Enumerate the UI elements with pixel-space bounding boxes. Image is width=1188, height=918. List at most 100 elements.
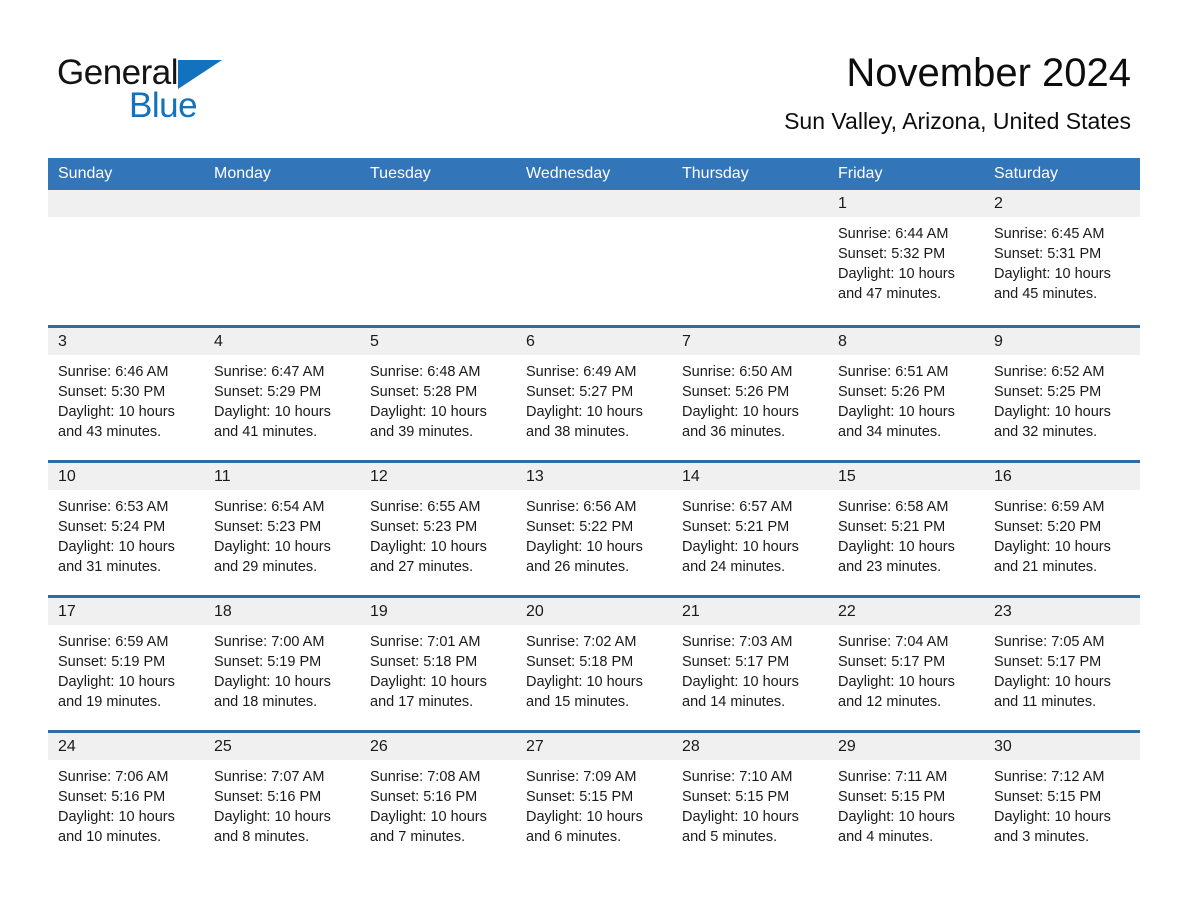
day-number: 25 — [204, 733, 360, 760]
sunset-text: Sunset: 5:22 PM — [526, 519, 634, 535]
daylight-text: Daylight: 10 hours and 47 minutes. — [838, 266, 955, 302]
calendar-day-cell[interactable]: 13 Sunrise: 6:56 AM Sunset: 5:22 PM Dayligh… — [516, 463, 672, 595]
sunrise-text: Sunrise: 7:03 AM — [682, 634, 793, 650]
daylight-text: Daylight: 10 hours and 15 minutes. — [526, 674, 643, 710]
day-details: Sunrise: 6:49 AM Sunset: 5:27 PM Daylight:… — [516, 355, 672, 442]
weekday-header-tuesday: Tuesday — [360, 158, 516, 190]
day-details: Sunrise: 7:07 AM Sunset: 5:16 PM Daylight:… — [204, 760, 360, 847]
weekday-header-label: Thursday — [682, 164, 749, 182]
sunset-text: Sunset: 5:16 PM — [370, 789, 478, 805]
day-number: 19 — [360, 598, 516, 625]
sunrise-text: Sunrise: 7:04 AM — [838, 634, 949, 650]
calendar-day-cell[interactable]: 29 Sunrise: 7:11 AM Sunset: 5:15 PM Dayligh… — [828, 733, 984, 865]
sunset-text: Sunset: 5:15 PM — [838, 789, 946, 805]
sunrise-text: Sunrise: 6:55 AM — [370, 499, 481, 515]
sunset-text: Sunset: 5:23 PM — [370, 519, 478, 535]
calendar-day-cell[interactable]: 28 Sunrise: 7:10 AM Sunset: 5:15 PM Dayligh… — [672, 733, 828, 865]
sunrise-text: Sunrise: 7:05 AM — [994, 634, 1105, 650]
day-number: 17 — [48, 598, 204, 625]
calendar-day-cell[interactable]: 11 Sunrise: 6:54 AM Sunset: 5:23 PM Dayligh… — [204, 463, 360, 595]
daylight-text: Daylight: 10 hours and 17 minutes. — [370, 674, 487, 710]
calendar-day-cell[interactable]: 1 Sunrise: 6:44 AM Sunset: 5:32 PM Daylight… — [828, 190, 984, 325]
calendar-day-cell[interactable]: 15 Sunrise: 6:58 AM Sunset: 5:21 PM Dayligh… — [828, 463, 984, 595]
sunset-text: Sunset: 5:26 PM — [682, 384, 790, 400]
calendar-day-cell[interactable]: 7 Sunrise: 6:50 AM Sunset: 5:26 PM Daylight… — [672, 328, 828, 460]
calendar-body: 1 Sunrise: 6:44 AM Sunset: 5:32 PM Daylight… — [48, 190, 1140, 865]
daylight-text: Daylight: 10 hours and 11 minutes. — [994, 674, 1111, 710]
sunset-text: Sunset: 5:17 PM — [994, 654, 1102, 670]
day-details: Sunrise: 7:09 AM Sunset: 5:15 PM Daylight:… — [516, 760, 672, 847]
calendar-day-cell[interactable]: 5 Sunrise: 6:48 AM Sunset: 5:28 PM Daylight… — [360, 328, 516, 460]
day-details: Sunrise: 6:53 AM Sunset: 5:24 PM Daylight:… — [48, 490, 204, 577]
day-number: 24 — [48, 733, 204, 760]
calendar-day-cell[interactable]: 17 Sunrise: 6:59 AM Sunset: 5:19 PM Dayligh… — [48, 598, 204, 730]
day-number: 16 — [984, 463, 1140, 490]
calendar-day-cell[interactable]: 24 Sunrise: 7:06 AM Sunset: 5:16 PM Dayligh… — [48, 733, 204, 865]
weekday-header-label: Wednesday — [526, 164, 611, 182]
day-details: Sunrise: 6:59 AM Sunset: 5:20 PM Daylight:… — [984, 490, 1140, 577]
brand-logo[interactable]: General Blue — [57, 53, 377, 133]
calendar-day-cell[interactable]: 22 Sunrise: 7:04 AM Sunset: 5:17 PM Dayligh… — [828, 598, 984, 730]
sunrise-text: Sunrise: 7:00 AM — [214, 634, 325, 650]
day-details: Sunrise: 6:52 AM Sunset: 5:25 PM Daylight:… — [984, 355, 1140, 442]
page-header: General Blue November 2024 Sun Valley, A… — [0, 0, 1188, 158]
calendar-day-cell[interactable]: 12 Sunrise: 6:55 AM Sunset: 5:23 PM Dayligh… — [360, 463, 516, 595]
day-number — [516, 190, 672, 217]
sunrise-text: Sunrise: 6:52 AM — [994, 364, 1105, 380]
calendar-day-cell[interactable]: 19 Sunrise: 7:01 AM Sunset: 5:18 PM Dayligh… — [360, 598, 516, 730]
day-details: Sunrise: 6:58 AM Sunset: 5:21 PM Daylight:… — [828, 490, 984, 577]
sunrise-text: Sunrise: 6:58 AM — [838, 499, 949, 515]
weekday-header-label: Monday — [214, 164, 271, 182]
calendar-day-cell[interactable]: 18 Sunrise: 7:00 AM Sunset: 5:19 PM Dayligh… — [204, 598, 360, 730]
calendar-day-cell[interactable]: 6 Sunrise: 6:49 AM Sunset: 5:27 PM Daylight… — [516, 328, 672, 460]
calendar-day-cell[interactable]: 10 Sunrise: 6:53 AM Sunset: 5:24 PM Dayligh… — [48, 463, 204, 595]
sunset-text: Sunset: 5:21 PM — [682, 519, 790, 535]
day-details: Sunrise: 7:12 AM Sunset: 5:15 PM Daylight:… — [984, 760, 1140, 847]
day-number: 18 — [204, 598, 360, 625]
sunrise-text: Sunrise: 7:01 AM — [370, 634, 481, 650]
day-number: 9 — [984, 328, 1140, 355]
calendar-day-cell[interactable]: 20 Sunrise: 7:02 AM Sunset: 5:18 PM Dayligh… — [516, 598, 672, 730]
calendar-day-cell[interactable]: 26 Sunrise: 7:08 AM Sunset: 5:16 PM Dayligh… — [360, 733, 516, 865]
day-number: 6 — [516, 328, 672, 355]
sunset-text: Sunset: 5:17 PM — [682, 654, 790, 670]
calendar-day-cell[interactable]: 23 Sunrise: 7:05 AM Sunset: 5:17 PM Dayligh… — [984, 598, 1140, 730]
day-number: 7 — [672, 328, 828, 355]
day-number: 22 — [828, 598, 984, 625]
daylight-text: Daylight: 10 hours and 36 minutes. — [682, 404, 799, 440]
day-number — [360, 190, 516, 217]
calendar-day-cell[interactable]: 9 Sunrise: 6:52 AM Sunset: 5:25 PM Daylight… — [984, 328, 1140, 460]
calendar-day-cell[interactable]: 30 Sunrise: 7:12 AM Sunset: 5:15 PM Dayligh… — [984, 733, 1140, 865]
calendar-day-cell[interactable]: 16 Sunrise: 6:59 AM Sunset: 5:20 PM Dayligh… — [984, 463, 1140, 595]
day-details: Sunrise: 6:44 AM Sunset: 5:32 PM Daylight:… — [828, 217, 984, 304]
day-number: 10 — [48, 463, 204, 490]
daylight-text: Daylight: 10 hours and 3 minutes. — [994, 809, 1111, 845]
daylight-text: Daylight: 10 hours and 10 minutes. — [58, 809, 175, 845]
day-details: Sunrise: 7:08 AM Sunset: 5:16 PM Daylight:… — [360, 760, 516, 847]
calendar-day-cell[interactable]: 21 Sunrise: 7:03 AM Sunset: 5:17 PM Dayligh… — [672, 598, 828, 730]
sunrise-text: Sunrise: 6:56 AM — [526, 499, 637, 515]
day-number: 5 — [360, 328, 516, 355]
sunset-text: Sunset: 5:31 PM — [994, 246, 1102, 262]
sunrise-text: Sunrise: 6:59 AM — [58, 634, 169, 650]
day-details: Sunrise: 6:55 AM Sunset: 5:23 PM Daylight:… — [360, 490, 516, 577]
calendar-day-cell[interactable]: 4 Sunrise: 6:47 AM Sunset: 5:29 PM Daylight… — [204, 328, 360, 460]
day-details: Sunrise: 7:03 AM Sunset: 5:17 PM Daylight:… — [672, 625, 828, 712]
daylight-text: Daylight: 10 hours and 23 minutes. — [838, 539, 955, 575]
day-number: 1 — [828, 190, 984, 217]
daylight-text: Daylight: 10 hours and 39 minutes. — [370, 404, 487, 440]
day-number: 29 — [828, 733, 984, 760]
day-number — [672, 190, 828, 217]
day-number: 13 — [516, 463, 672, 490]
weekday-header-wednesday: Wednesday — [516, 158, 672, 190]
calendar-day-cell[interactable]: 3 Sunrise: 6:46 AM Sunset: 5:30 PM Daylight… — [48, 328, 204, 460]
day-details: Sunrise: 6:47 AM Sunset: 5:29 PM Daylight:… — [204, 355, 360, 442]
sunset-text: Sunset: 5:18 PM — [526, 654, 634, 670]
calendar-day-cell[interactable]: 2 Sunrise: 6:45 AM Sunset: 5:31 PM Daylight… — [984, 190, 1140, 325]
calendar-day-cell[interactable]: 14 Sunrise: 6:57 AM Sunset: 5:21 PM Dayligh… — [672, 463, 828, 595]
calendar-day-cell[interactable]: 25 Sunrise: 7:07 AM Sunset: 5:16 PM Dayligh… — [204, 733, 360, 865]
calendar-day-cell[interactable]: 27 Sunrise: 7:09 AM Sunset: 5:15 PM Dayligh… — [516, 733, 672, 865]
calendar-day-cell[interactable]: 8 Sunrise: 6:51 AM Sunset: 5:26 PM Daylight… — [828, 328, 984, 460]
weekday-header-label: Friday — [838, 164, 883, 182]
day-number: 27 — [516, 733, 672, 760]
